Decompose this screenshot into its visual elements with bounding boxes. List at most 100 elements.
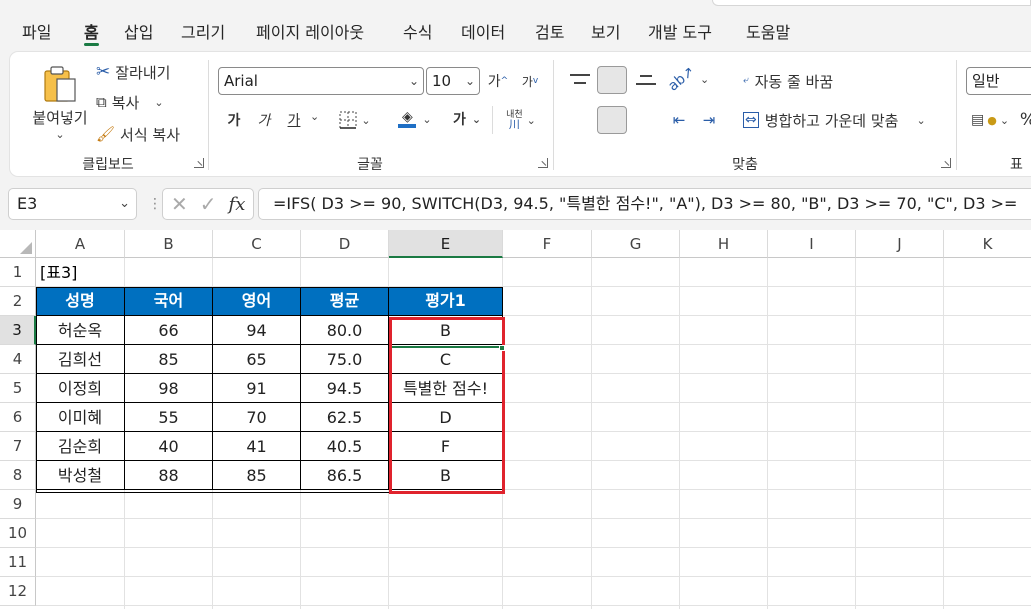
row-header-3[interactable]: 3 [0, 316, 36, 345]
tab-view[interactable]: 보기 [591, 22, 620, 48]
column-header-e[interactable]: E [389, 230, 503, 258]
table-cell[interactable]: 김희선 [36, 345, 125, 374]
enter-icon[interactable]: ✓ [200, 192, 217, 216]
font-color-button[interactable]: 가 ⌄ [444, 106, 490, 132]
chevron-down-icon[interactable]: ⌄ [310, 110, 319, 123]
tab-developer[interactable]: 개발 도구 [648, 22, 712, 48]
tab-file[interactable]: 파일 [22, 22, 51, 48]
font-size-dropdown[interactable]: 10 ⌄ [426, 67, 480, 95]
table-cell[interactable]: 김순희 [36, 432, 125, 461]
align-left-button[interactable] [566, 107, 594, 133]
row-header-12[interactable]: 12 [0, 577, 36, 606]
column-header-i[interactable]: I [768, 230, 856, 258]
table-cell[interactable]: B [389, 316, 503, 345]
align-top-button[interactable] [566, 66, 594, 92]
shrink-font-button[interactable]: 가v [518, 69, 542, 93]
table-cell[interactable]: 70 [213, 403, 301, 432]
fill-color-button[interactable]: ◈ ⌄ [392, 106, 438, 132]
table-cell[interactable]: C [389, 345, 503, 374]
table-cell[interactable]: 62.5 [301, 403, 389, 432]
row-header-5[interactable]: 5 [0, 374, 36, 403]
row-header-11[interactable]: 11 [0, 548, 36, 577]
more-options-icon[interactable]: ⋮ [148, 196, 163, 212]
decrease-indent-button[interactable]: ⇤ [666, 107, 692, 133]
column-header-g[interactable]: G [592, 230, 680, 258]
name-box[interactable]: E3 ⌄ [8, 188, 137, 220]
number-format-dropdown[interactable]: 일반 [966, 67, 1031, 95]
table-cell[interactable]: B [389, 461, 503, 490]
table-cell[interactable]: 이정희 [36, 374, 125, 403]
table-cell[interactable]: 85 [213, 461, 301, 490]
table-cell[interactable]: D [389, 403, 503, 432]
table-cell[interactable]: 86.5 [301, 461, 389, 490]
cancel-icon[interactable]: ✕ [171, 192, 188, 216]
align-center-button[interactable] [597, 106, 627, 134]
table-header-cell[interactable]: 평가1 [389, 287, 503, 316]
table-cell[interactable]: 94.5 [301, 374, 389, 403]
table-cell[interactable]: 88 [125, 461, 213, 490]
formula-input[interactable]: =IFS( D3 >= 90, SWITCH(D3, 94.5, "특별한 점수… [258, 188, 1031, 220]
chevron-down-icon[interactable]: ⌄ [55, 128, 64, 141]
insert-function-icon[interactable]: fx [229, 194, 246, 215]
table-cell[interactable]: F [389, 432, 503, 461]
table-caption[interactable]: [표3] [37, 258, 125, 287]
column-header-h[interactable]: H [680, 230, 768, 258]
column-header-f[interactable]: F [503, 230, 592, 258]
dialog-launcher-icon[interactable] [194, 158, 204, 168]
increase-indent-button[interactable]: ⇥ [696, 107, 722, 133]
row-header-10[interactable]: 10 [0, 519, 36, 548]
table-cell[interactable]: 40 [125, 432, 213, 461]
dialog-launcher-icon[interactable] [941, 158, 951, 168]
chevron-down-icon[interactable]: ⌄ [154, 96, 163, 109]
chevron-down-icon[interactable]: ⌄ [119, 189, 130, 219]
table-header-cell[interactable]: 국어 [125, 287, 213, 316]
table-cell[interactable]: 41 [213, 432, 301, 461]
borders-button[interactable]: ⌄ [332, 108, 378, 132]
format-painter-button[interactable]: 🖌 서식 복사 [96, 122, 180, 146]
table-header-cell[interactable]: 평균 [301, 287, 389, 316]
table-cell[interactable]: 박성철 [36, 461, 125, 490]
accounting-format-button[interactable]: ▤ ● ⌄ [970, 108, 1010, 132]
orientation-button[interactable]: ab↗ ⌄ [665, 63, 710, 94]
row-header-7[interactable]: 7 [0, 432, 36, 461]
align-bottom-button[interactable] [632, 66, 660, 92]
italic-button[interactable]: 가 [252, 108, 276, 132]
row-header-2[interactable]: 2 [0, 287, 36, 316]
tab-data[interactable]: 데이터 [461, 22, 505, 48]
percent-button[interactable]: % [1018, 108, 1031, 132]
grow-font-button[interactable]: 가 ^ [486, 69, 510, 93]
tab-insert[interactable]: 삽입 [124, 22, 153, 48]
table-cell[interactable]: 55 [125, 403, 213, 432]
worksheet[interactable]: ABCDEFGHIJK 1 2 3 4 5 6 7 8 9 10 11 12 [표3] 성명 국어 영어 평… [0, 230, 1031, 609]
table-cell[interactable]: 허순옥 [36, 316, 125, 345]
font-name-dropdown[interactable]: Arial ⌄ [218, 67, 424, 95]
wrap-text-button[interactable]: ⤶ 자동 줄 바꿈 [743, 68, 833, 94]
underline-button[interactable]: 가 [282, 108, 306, 132]
tab-help[interactable]: 도움말 [746, 22, 790, 48]
column-header-a[interactable]: A [36, 230, 125, 258]
table-cell[interactable]: 이미혜 [36, 403, 125, 432]
table-cell[interactable]: 91 [213, 374, 301, 403]
table-cell[interactable]: 특별한 점수! [389, 374, 503, 403]
tab-formulas[interactable]: 수식 [403, 22, 432, 48]
row-header-8[interactable]: 8 [0, 461, 36, 490]
row-header-4[interactable]: 4 [0, 345, 36, 374]
column-header-d[interactable]: D [301, 230, 389, 258]
copy-button[interactable]: ⧉ 복사 ⌄ [96, 90, 164, 114]
table-cell[interactable]: 98 [125, 374, 213, 403]
column-header-j[interactable]: J [856, 230, 944, 258]
cut-button[interactable]: ✂ 잘라내기 [96, 60, 170, 84]
align-right-button[interactable] [632, 107, 660, 133]
table-cell[interactable]: 66 [125, 316, 213, 345]
column-header-k[interactable]: K [944, 230, 1031, 258]
table-header-cell[interactable]: 영어 [213, 287, 301, 316]
row-header-6[interactable]: 6 [0, 403, 36, 432]
table-cell[interactable]: 40.5 [301, 432, 389, 461]
table-header-cell[interactable]: 성명 [36, 287, 125, 316]
phonetic-button[interactable]: 내천 川 ⌄ [498, 106, 544, 134]
select-all-button[interactable] [0, 230, 36, 258]
dialog-launcher-icon[interactable] [538, 158, 548, 168]
table-cell[interactable]: 80.0 [301, 316, 389, 345]
paste-button[interactable]: 붙여넣기 ⌄ [24, 60, 96, 146]
align-middle-button[interactable] [597, 66, 627, 94]
